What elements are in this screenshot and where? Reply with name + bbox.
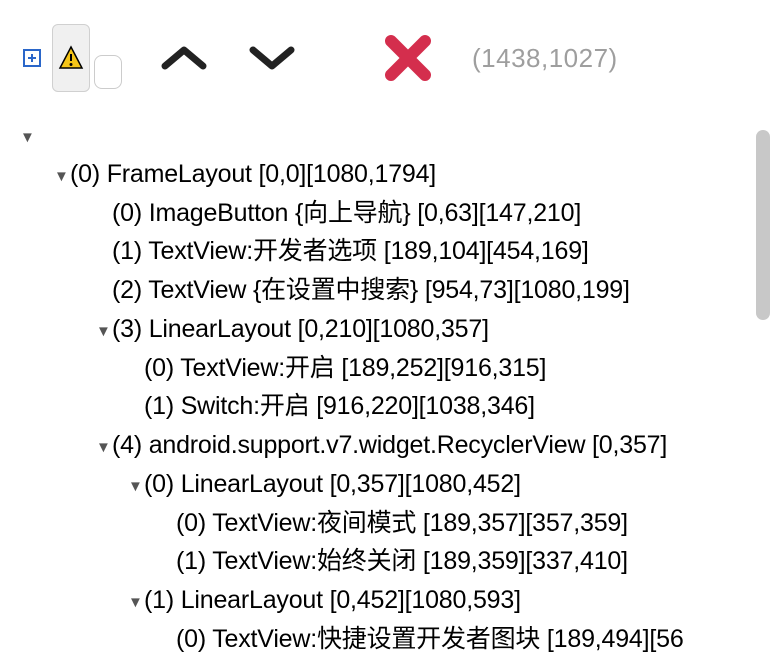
tree-label: (1) Switch:开启 [916,220][1038,346] [144,392,535,420]
chevron-down-icon[interactable]: ▼ [54,165,70,188]
tree-label: (1) TextView:始终关闭 [189,359][337,410] [176,547,628,575]
tree-row[interactable]: ▼(0) LinearLayout [0,357][1080,452] [20,465,774,504]
tree-row[interactable]: ▼(4) android.support.v7.widget.RecyclerV… [20,426,774,465]
tree-row[interactable]: (0) TextView:快捷设置开发者图块 [189,494][56 [20,620,774,659]
tree-label: (2) TextView {在设置中搜索} [954,73][1080,199] [112,276,630,304]
chevron-down-icon[interactable]: ▼ [96,320,112,343]
tree-row[interactable]: (1) TextView:始终关闭 [189,359][337,410] [20,542,774,581]
tree-row[interactable]: (0) TextView:夜间模式 [189,357][357,359] [20,504,774,543]
toolbar: (1438,1027) [0,0,774,104]
tree-row[interactable]: ▼(0) FrameLayout [0,0][1080,1794] [20,155,774,194]
previous-button[interactable] [154,38,214,78]
coords-label: (1438,1027) [472,43,618,74]
next-button[interactable] [242,38,302,78]
chevron-down-icon [245,44,299,72]
tree-label: (0) TextView:开启 [189,252][916,315] [144,354,546,382]
chevron-down-icon[interactable]: ▼ [20,126,36,149]
tree-row-root[interactable]: ▼ [20,116,774,155]
scrollbar[interactable] [756,130,770,320]
tree-label: (3) LinearLayout [0,210][1080,357] [112,315,489,343]
tree-row[interactable]: (1) Switch:开启 [916,220][1038,346] [20,387,774,426]
tree-row[interactable]: (0) TextView:开启 [189,252][916,315] [20,349,774,388]
chevron-down-icon[interactable]: ▼ [128,591,144,614]
expand-all-icon [22,48,42,68]
tree-label: (1) LinearLayout [0,452][1080,593] [144,586,521,614]
chevron-down-icon[interactable]: ▼ [96,436,112,459]
tree-row[interactable]: (0) ImageButton {向上导航} [0,63][147,210] [20,194,774,233]
tree-row[interactable]: ▼(3) LinearLayout [0,210][1080,357] [20,310,774,349]
tree-label: (0) LinearLayout [0,357][1080,452] [144,470,521,498]
chevron-down-icon[interactable]: ▼ [128,475,144,498]
empty-box[interactable] [94,55,122,89]
close-icon [383,33,433,83]
tree-label: (0) TextView:快捷设置开发者图块 [189,494][56 [176,625,684,653]
warning-button[interactable] [52,24,90,92]
tree-row[interactable]: ▼(1) LinearLayout [0,452][1080,593] [20,581,774,620]
hierarchy-tree: ▼ ▼(0) FrameLayout [0,0][1080,1794] (0) … [0,104,774,659]
tree-label: (4) android.support.v7.widget.RecyclerVi… [112,431,667,459]
warning-icon [58,45,84,71]
tree-row[interactable]: (2) TextView {在设置中搜索} [954,73][1080,199] [20,271,774,310]
expand-all-button[interactable] [18,44,46,72]
tree-label: (0) FrameLayout [0,0][1080,1794] [70,160,436,188]
close-button[interactable] [378,28,438,88]
tree-label: (0) TextView:夜间模式 [189,357][357,359] [176,509,628,537]
tree-row[interactable]: (1) TextView:开发者选项 [189,104][454,169] [20,232,774,271]
chevron-up-icon [157,44,211,72]
tree-label: (1) TextView:开发者选项 [189,104][454,169] [112,237,589,265]
tree-label: (0) ImageButton {向上导航} [0,63][147,210] [112,199,581,227]
